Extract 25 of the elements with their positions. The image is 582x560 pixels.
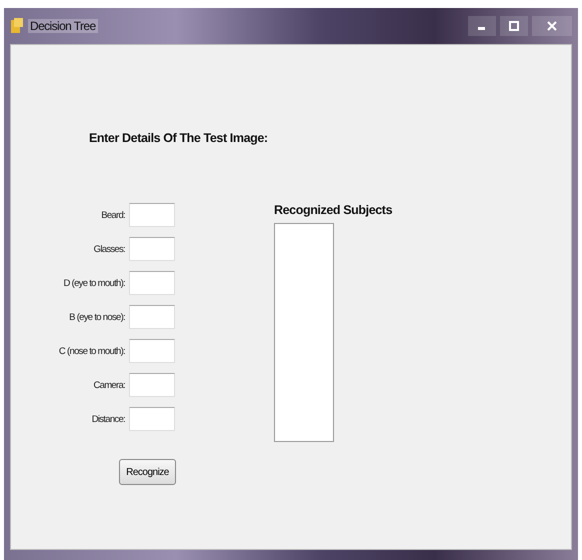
input-field[interactable] xyxy=(129,271,175,295)
window-title: Decision Tree xyxy=(28,19,98,33)
input-field[interactable] xyxy=(129,407,175,431)
input-field[interactable] xyxy=(129,237,175,261)
input-field[interactable] xyxy=(129,203,175,227)
minimize-button[interactable] xyxy=(468,16,496,36)
field-label: C (nose to mouth): xyxy=(58,346,125,356)
app-icon xyxy=(10,18,24,34)
field-label: Distance: xyxy=(90,414,125,424)
input-field[interactable] xyxy=(129,339,175,363)
input-field[interactable] xyxy=(129,305,175,329)
input-field[interactable] xyxy=(129,373,175,397)
close-button[interactable] xyxy=(532,16,572,36)
maximize-icon xyxy=(509,21,519,31)
field-label: B (eye to nose): xyxy=(68,312,125,322)
field-label: Beard: xyxy=(100,210,125,220)
list-title: Recognized Subjects xyxy=(274,203,392,217)
field-label: D (eye to mouth): xyxy=(62,278,125,288)
field-label: Glasses: xyxy=(92,244,125,254)
recognize-button[interactable]: Recognize xyxy=(119,459,176,485)
field-label: Camera: xyxy=(92,380,125,390)
form-heading: Enter Details Of The Test Image: xyxy=(89,131,269,145)
close-icon xyxy=(547,21,557,31)
subjects-listbox[interactable] xyxy=(274,223,334,442)
maximize-button[interactable] xyxy=(500,16,528,36)
